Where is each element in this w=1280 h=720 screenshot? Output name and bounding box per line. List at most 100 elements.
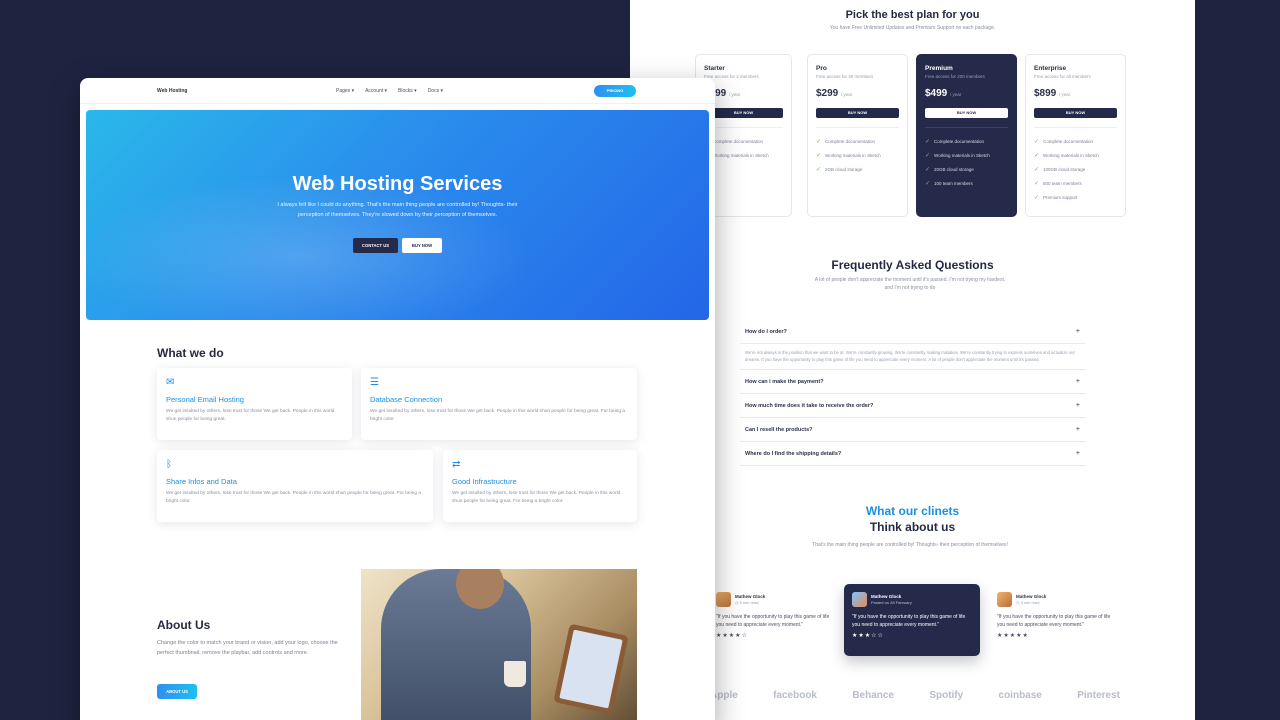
check-icon: ✓ xyxy=(1034,138,1040,145)
check-icon: ✓ xyxy=(925,180,931,187)
check-icon: ✓ xyxy=(925,166,931,173)
buy-now-button[interactable]: BUY NOW xyxy=(1034,108,1117,118)
avatar xyxy=(716,592,731,607)
faq-answer: We're not always in the position that we… xyxy=(740,344,1085,370)
envelope-icon: ✉ xyxy=(166,377,175,388)
faq-question[interactable]: How much time does it take to receive th… xyxy=(740,394,1085,418)
bluetooth-icon: ᛒ xyxy=(166,459,172,470)
tablet-device xyxy=(553,623,629,715)
plan-price: $499 / year xyxy=(925,88,962,99)
database-icon: ☰ xyxy=(370,377,379,388)
plan-name: Enterprise xyxy=(1034,65,1067,72)
plan-card-enterprise: Enterprise Free access for all members $… xyxy=(1025,54,1126,217)
plus-icon: + xyxy=(1075,328,1080,335)
testimonial-card: Mathew Glock ◷ 3 min read "If you have t… xyxy=(989,584,1125,656)
brand-logos: Apple facebook Behance Spotify coinbase … xyxy=(710,690,1120,701)
plus-icon: + xyxy=(1075,426,1080,433)
plan-desc: Free access for 2 members xyxy=(704,74,759,79)
nav-item-blocks[interactable]: Blocks ▾ xyxy=(398,88,417,94)
check-icon: ✓ xyxy=(816,152,822,159)
faq-question[interactable]: Can I resell the products? + xyxy=(740,418,1085,442)
about-us-button[interactable]: ABOUT US xyxy=(157,684,197,699)
pricing-button[interactable]: PRICING xyxy=(594,85,636,97)
testimonial-quote: "If you have the opportunity to play thi… xyxy=(997,614,1111,628)
plan-feature: ✓Working materials in Sketch xyxy=(1034,152,1099,159)
testimonial-meta: ◷ 5 min read xyxy=(735,600,759,605)
plan-feature: ✓ Premium support xyxy=(1034,194,1078,201)
plan-price: $199 / year xyxy=(704,88,741,99)
plus-icon: + xyxy=(1075,378,1080,385)
check-icon: ✓ xyxy=(816,166,822,173)
hosting-page: Web Hosting Pages ▾ Account ▾ Blocks ▾ D… xyxy=(80,78,715,720)
service-desc: We get insulted by others, lose trust fo… xyxy=(370,409,626,422)
hero-banner: Web Hosting Services I always felt like … xyxy=(86,110,709,320)
hero-title: Web Hosting Services xyxy=(292,173,503,195)
buy-now-button[interactable]: BUY NOW xyxy=(402,238,442,253)
plan-feature: ✓ 100 team members xyxy=(925,180,973,187)
star-rating: ★★★★☆ xyxy=(716,633,748,639)
plan-name: Starter xyxy=(704,65,725,72)
plus-icon: + xyxy=(1075,450,1080,457)
check-icon: ✓ xyxy=(1034,180,1040,187)
nav-item-pages[interactable]: Pages ▾ xyxy=(336,88,354,94)
plans-row: Starter Free access for 2 members $199 /… xyxy=(695,54,1130,218)
facebook-logo: facebook xyxy=(773,690,817,701)
about-text: Change the color to match your brand or … xyxy=(157,640,338,656)
check-icon: ✓ xyxy=(1034,152,1040,159)
service-desc: We get insulted by others, lose trust fo… xyxy=(166,409,335,422)
person-figure xyxy=(381,569,531,720)
service-desc: We get insulted by others, lose trust fo… xyxy=(452,491,621,504)
about-photo xyxy=(361,569,637,720)
plan-card-premium: Premium Free access for 200 members $499… xyxy=(916,54,1017,217)
testimonial-name: Mathew Glock xyxy=(871,594,902,599)
contact-us-button[interactable]: CONTACT US xyxy=(353,238,398,253)
buy-now-button[interactable]: BUY NOW xyxy=(704,108,783,118)
buy-now-button[interactable]: BUY NOW xyxy=(925,108,1008,118)
plan-card-pro: Pro Free access for 30 members $299 / ye… xyxy=(807,54,908,217)
buy-now-button[interactable]: BUY NOW xyxy=(816,108,899,118)
nav-item-account[interactable]: Account ▾ xyxy=(365,88,387,94)
faq-question[interactable]: How can i make the payment? + xyxy=(740,370,1085,394)
service-title: Personal Email Hosting xyxy=(166,395,244,404)
plan-feature: ✓ 2GB cloud storage xyxy=(816,166,863,173)
star-rating: ★★★★★ xyxy=(997,633,1029,639)
avatar xyxy=(852,592,867,607)
brand-logo[interactable]: Web Hosting xyxy=(157,88,187,94)
testimonial-meta: ◷ 3 min read xyxy=(1016,600,1040,605)
service-title: Good Infrastructure xyxy=(452,477,517,486)
plan-feature: ✓Working materials in Sketch xyxy=(704,148,783,162)
check-icon: ✓ xyxy=(925,138,931,145)
testimonial-quote: "If you have the opportunity to play thi… xyxy=(852,614,966,628)
testimonial-name: Mathew Glock xyxy=(735,594,766,599)
check-icon: ✓ xyxy=(925,152,931,159)
testimonial-quote: "If you have the opportunity to play thi… xyxy=(716,614,830,628)
service-card: ✉ Personal Email Hosting We get insulted… xyxy=(157,368,352,440)
pricing-title: Pick the best plan for you xyxy=(845,9,980,21)
plan-name: Premium xyxy=(925,65,953,72)
faq-list: How do I order? + We're not always in the… xyxy=(740,320,1085,466)
avatar xyxy=(997,592,1012,607)
service-card: ⇄ Good Infrastructure We get insulted by… xyxy=(443,450,637,522)
plan-price: $899 / year xyxy=(1034,88,1071,99)
what-we-do-title: What we do xyxy=(157,346,224,360)
plan-feature: ✓Complete documentation xyxy=(816,138,876,145)
about-title: About Us xyxy=(157,618,211,632)
faq-question[interactable]: Where do I find the shipping details? + xyxy=(740,442,1085,466)
coinbase-logo: coinbase xyxy=(998,690,1042,701)
repeat-icon: ⇄ xyxy=(452,459,461,470)
hero-text: I always felt like I could do anything. … xyxy=(277,202,518,218)
faq-question[interactable]: How do I order? + xyxy=(740,320,1085,344)
testimonial-name: Mathew Glock xyxy=(1016,594,1047,599)
testimonial-meta: Posted on 28 February xyxy=(871,600,912,605)
testimonial-card: Mathew Glock ◷ 5 min read "If you have t… xyxy=(708,584,844,656)
plan-price: $299 / year xyxy=(816,88,853,99)
nav-item-docs[interactable]: Docs ▾ xyxy=(428,88,443,94)
plan-feature: ✓ 100GB cloud storage xyxy=(1034,166,1086,173)
testimonial-card-featured: Mathew Glock Posted on 28 February "If y… xyxy=(844,584,980,656)
clients-subtitle: That's the main thing people are control… xyxy=(812,542,1008,548)
plan-feature: ✓Complete documentation xyxy=(925,138,985,145)
service-desc: We get insulted by others, lose trust fo… xyxy=(166,491,422,504)
plan-feature: ✓Working materials in Sketch xyxy=(925,152,990,159)
check-icon: ✓ xyxy=(816,138,822,145)
plan-feature: ✓Complete documentation xyxy=(704,134,783,148)
